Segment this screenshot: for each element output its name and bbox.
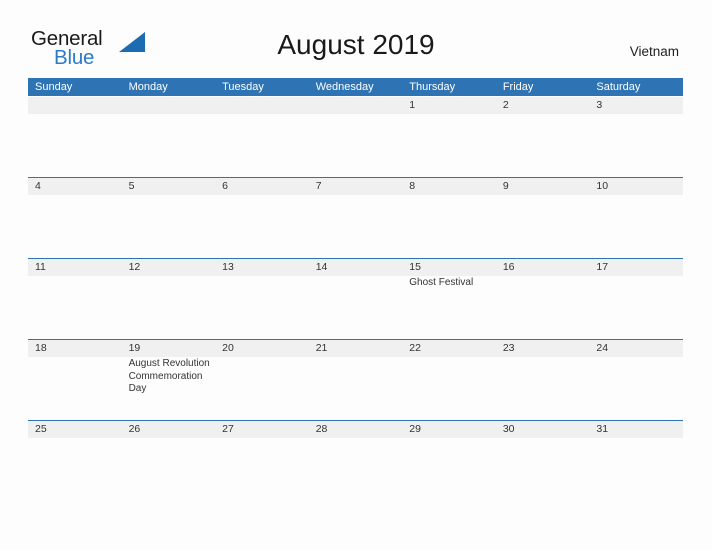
day-number: 4 <box>35 180 41 192</box>
calendar-day-cell[interactable]: 7 <box>309 178 403 258</box>
day-number: 6 <box>222 180 228 192</box>
calendar-day-cell[interactable]: 14 <box>309 259 403 339</box>
day-number: 29 <box>409 423 421 435</box>
calendar-weeks: 1 2 3 4 5 6 7 8 9 10 11 12 13 14 15 Ghost Festival 16 17 1… <box>28 96 683 501</box>
calendar-empty-cell <box>309 97 403 177</box>
day-header-tuesday: Tuesday <box>222 81 264 93</box>
calendar-day-cell[interactable]: 31 <box>589 421 683 501</box>
day-header-wednesday: Wednesday <box>315 81 374 93</box>
calendar-day-cell[interactable]: 25 <box>28 421 122 501</box>
day-number: 15 <box>409 261 421 273</box>
calendar-day-cell[interactable]: 10 <box>589 178 683 258</box>
calendar-week-row: 25 26 27 28 29 30 31 <box>28 420 683 501</box>
day-number: 12 <box>128 261 141 273</box>
calendar-day-cell[interactable]: 4 <box>28 178 122 258</box>
calendar-day-cell[interactable]: 11 <box>28 259 122 339</box>
calendar-day-cell[interactable]: 5 <box>122 178 216 258</box>
calendar-week-row: 11 12 13 14 15 Ghost Festival 16 17 <box>28 258 683 339</box>
day-number: 31 <box>596 423 609 435</box>
calendar-day-cell[interactable]: 29 <box>402 421 496 501</box>
day-header-friday: Friday <box>502 81 534 93</box>
calendar-day-cell[interactable]: 6 <box>215 178 309 258</box>
day-number: 14 <box>315 261 328 273</box>
day-number: 10 <box>596 180 609 192</box>
calendar-day-cell[interactable]: 26 <box>122 421 216 501</box>
day-number: 18 <box>35 342 47 354</box>
calendar-day-cell[interactable]: 13 <box>215 259 309 339</box>
page-title: August 2019 <box>277 29 435 60</box>
day-number: 26 <box>128 423 141 435</box>
day-number: 7 <box>315 180 322 192</box>
week-cells: 25 26 27 28 29 30 31 <box>28 421 683 501</box>
holiday-event-label: Ghost Festival <box>409 277 474 288</box>
day-number: 13 <box>222 261 234 273</box>
day-number: 30 <box>502 423 515 435</box>
calendar-empty-cell <box>28 97 122 177</box>
day-header-monday: Monday <box>128 81 168 93</box>
day-number: 5 <box>128 180 135 192</box>
calendar-day-cell[interactable]: 28 <box>309 421 403 501</box>
country-label: Vietnam <box>629 44 679 59</box>
day-header-sunday: Sunday <box>35 81 73 93</box>
holiday-event-label: August Revolution Commemoration Day <box>128 358 210 394</box>
calendar-week-row: 1 2 3 <box>28 96 683 177</box>
calendar-day-cell[interactable]: 20 <box>215 340 309 420</box>
day-number: 3 <box>596 99 603 111</box>
week-cells: 11 12 13 14 15 Ghost Festival 16 17 <box>28 259 683 339</box>
day-number: 23 <box>502 342 515 354</box>
calendar-day-cell[interactable]: 16 <box>496 259 590 339</box>
week-cells: 1 2 3 <box>28 97 683 177</box>
calendar-day-cell[interactable]: 1 <box>402 97 496 177</box>
day-number: 11 <box>35 261 46 273</box>
day-number: 22 <box>409 342 421 354</box>
calendar-day-cell[interactable]: 12 <box>122 259 216 339</box>
day-number: 20 <box>222 342 234 354</box>
calendar-day-cell[interactable]: 9 <box>496 178 590 258</box>
day-number: 24 <box>596 342 609 354</box>
calendar-day-cell[interactable]: 17 <box>589 259 683 339</box>
calendar-day-cell[interactable]: 18 <box>28 340 122 420</box>
day-number: 28 <box>315 423 328 435</box>
week-cells: 18 19 August Revolution Commemoration Day 2… <box>28 340 683 420</box>
calendar-day-cell[interactable]: 21 <box>309 340 403 420</box>
day-of-week-header-row: Sunday Monday Tuesday Wednesday Thursday… <box>28 78 683 96</box>
calendar-day-cell[interactable]: 2 <box>496 97 590 177</box>
day-events: Ghost Festival <box>409 277 493 290</box>
calendar-day-cell[interactable]: 8 <box>402 178 496 258</box>
calendar-day-cell[interactable]: 23 <box>496 340 590 420</box>
week-cells: 4 5 6 7 8 9 10 <box>28 178 683 258</box>
day-number: 16 <box>502 261 515 273</box>
day-number: 8 <box>409 180 416 192</box>
calendar-empty-cell <box>122 97 216 177</box>
day-number: 1 <box>409 99 416 111</box>
calendar-empty-cell <box>215 97 309 177</box>
page-header: General Blue August 2019 Vietnam <box>0 0 712 74</box>
calendar-day-cell[interactable]: 24 <box>589 340 683 420</box>
calendar-day-cell[interactable]: 15 Ghost Festival <box>402 259 496 339</box>
day-header-thursday: Thursday <box>409 81 456 93</box>
day-number: 19 <box>128 342 141 354</box>
day-events: August Revolution Commemoration Day <box>129 358 213 396</box>
calendar-page: General Blue August 2019 Vietnam Sunday … <box>0 0 712 550</box>
calendar-grid: Sunday Monday Tuesday Wednesday Thursday… <box>28 78 683 501</box>
calendar-day-cell[interactable]: 3 <box>589 97 683 177</box>
calendar-week-row: 18 19 August Revolution Commemoration Day 2… <box>28 339 683 420</box>
calendar-day-cell[interactable]: 19 August Revolution Commemoration Day <box>122 340 216 420</box>
day-header-saturday: Saturday <box>596 81 641 93</box>
day-number: 27 <box>222 423 234 435</box>
day-number: 2 <box>502 99 509 111</box>
day-number: 21 <box>315 342 328 354</box>
calendar-day-cell[interactable]: 27 <box>215 421 309 501</box>
day-number: 17 <box>596 261 609 273</box>
day-number: 9 <box>502 180 509 192</box>
calendar-day-cell[interactable]: 22 <box>402 340 496 420</box>
calendar-day-cell[interactable]: 30 <box>496 421 590 501</box>
calendar-week-row: 4 5 6 7 8 9 10 <box>28 177 683 258</box>
day-number: 25 <box>35 423 47 435</box>
